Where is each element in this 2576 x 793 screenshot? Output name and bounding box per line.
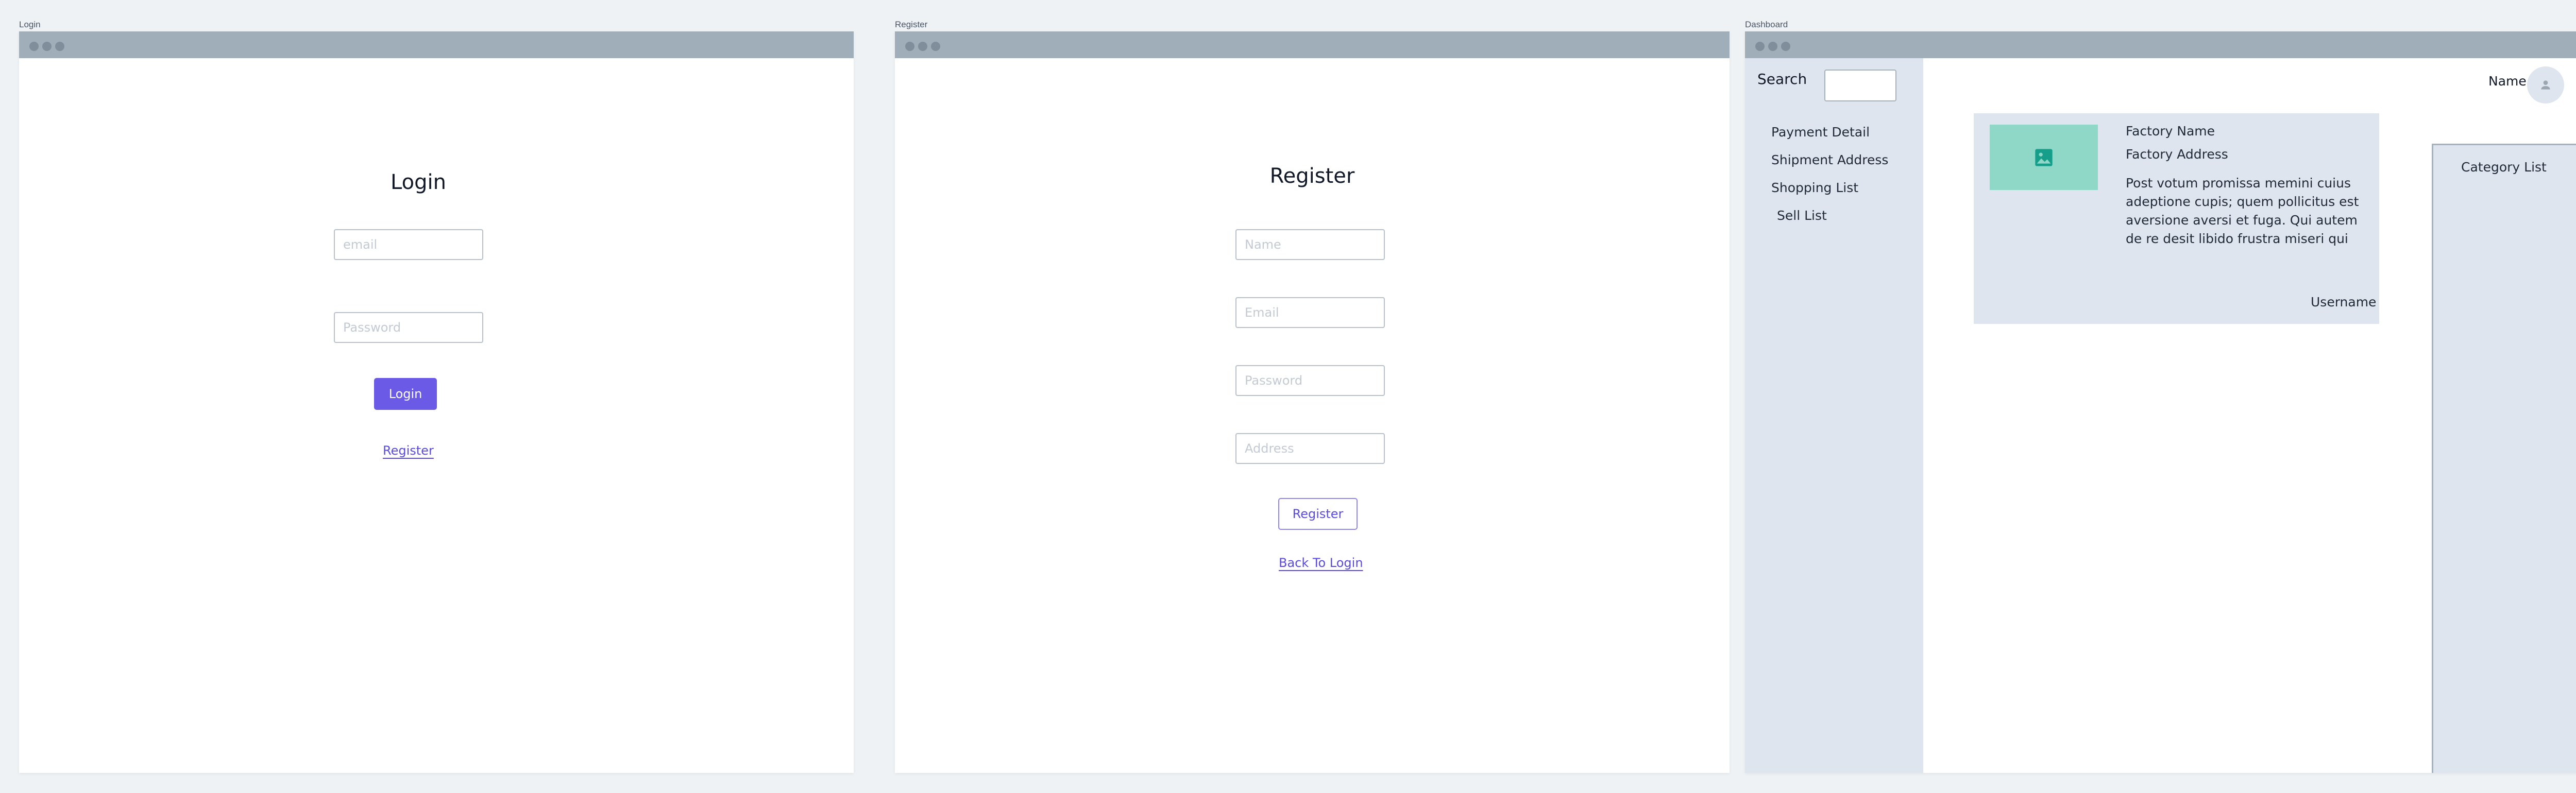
address-input[interactable]: Address xyxy=(1235,433,1385,464)
window-dot[interactable] xyxy=(931,42,940,51)
register-window: Register Name Email Password Address Reg… xyxy=(895,31,1730,773)
window-titlebar xyxy=(895,31,1730,58)
factory-name: Factory Name xyxy=(2126,124,2215,139)
dashboard-frame-label: Dashboard xyxy=(1745,20,1788,29)
register-button[interactable]: Register xyxy=(1278,498,1358,530)
factory-card[interactable]: Factory Name Factory Address Post votum … xyxy=(1974,113,2379,324)
category-list-panel: Category List xyxy=(2432,144,2576,773)
image-icon xyxy=(2035,148,2053,166)
window-dot[interactable] xyxy=(905,42,914,51)
back-to-login-link[interactable]: Back To Login xyxy=(1279,556,1363,570)
sidebar-item-sell-list[interactable]: Sell List xyxy=(1777,208,1827,223)
factory-image xyxy=(1990,125,2098,190)
category-list-title: Category List xyxy=(2461,160,2547,175)
window-titlebar xyxy=(1745,31,2576,58)
window-controls xyxy=(29,42,64,51)
search-label: Search xyxy=(1757,71,1807,88)
window-dot[interactable] xyxy=(1755,42,1765,51)
factory-description: Post votum promissa memini cuius adeptio… xyxy=(2126,176,2359,246)
search-input[interactable] xyxy=(1824,70,1896,101)
login-frame-label: Login xyxy=(19,20,41,29)
window-controls xyxy=(905,42,940,51)
sidebar-item-shipment-address[interactable]: Shipment Address xyxy=(1771,152,1888,167)
login-button[interactable]: Login xyxy=(374,378,437,410)
sidebar-item-shopping-list[interactable]: Shopping List xyxy=(1771,180,1858,195)
user-icon xyxy=(2541,80,2550,90)
window-dot[interactable] xyxy=(1781,42,1790,51)
card-username: Username xyxy=(2311,295,2377,309)
email-input[interactable]: email xyxy=(334,229,483,260)
window-dot[interactable] xyxy=(42,42,52,51)
sidebar-item-payment-detail[interactable]: Payment Detail xyxy=(1771,125,1870,140)
window-dot[interactable] xyxy=(55,42,64,51)
avatar[interactable] xyxy=(2527,66,2564,104)
login-window: Login email Password Login Register xyxy=(19,31,854,773)
name-input[interactable]: Name xyxy=(1235,229,1385,260)
register-title: Register xyxy=(1269,164,1355,188)
window-controls xyxy=(1755,42,1790,51)
password-input[interactable]: Password xyxy=(1235,365,1385,396)
email-input[interactable]: Email xyxy=(1235,297,1385,328)
user-name: Name xyxy=(2488,74,2527,89)
factory-address: Factory Address xyxy=(2126,147,2228,162)
password-input[interactable]: Password xyxy=(334,312,483,343)
window-titlebar xyxy=(19,31,854,58)
register-frame-label: Register xyxy=(895,20,928,29)
window-dot[interactable] xyxy=(1768,42,1777,51)
window-dot[interactable] xyxy=(29,42,39,51)
register-link[interactable]: Register xyxy=(383,443,434,458)
login-title: Login xyxy=(391,170,446,194)
window-dot[interactable] xyxy=(918,42,927,51)
dashboard-window: Search Payment Detail Shipment Address S… xyxy=(1745,31,2576,773)
